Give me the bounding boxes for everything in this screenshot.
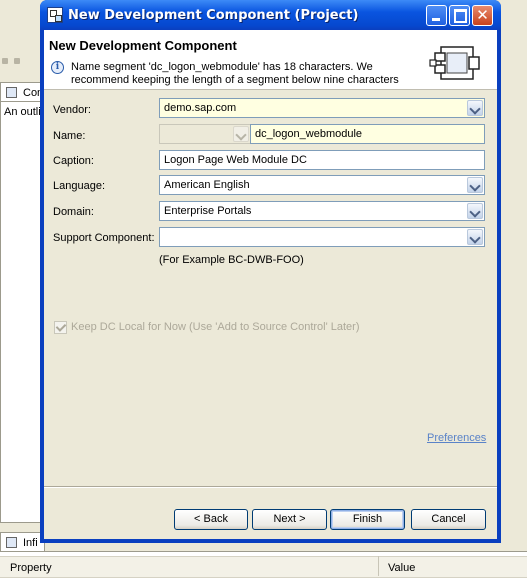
dialog-titlebar[interactable]: New Development Component (Project) ✕ bbox=[40, 0, 501, 30]
name-value: dc_logon_webmodule bbox=[255, 128, 363, 140]
window-app-icon bbox=[47, 7, 63, 23]
language-dropdown-button[interactable] bbox=[467, 177, 483, 193]
language-value: American English bbox=[164, 179, 250, 191]
caption-label: Caption: bbox=[53, 155, 94, 167]
cancel-button[interactable]: Cancel bbox=[411, 509, 486, 530]
outline-icon bbox=[6, 87, 17, 98]
ide-right-area bbox=[501, 82, 527, 534]
support-component-label: Support Component: bbox=[53, 232, 155, 244]
support-component-dropdown-button[interactable] bbox=[467, 229, 483, 245]
name-label: Name: bbox=[53, 130, 86, 142]
maximize-button[interactable] bbox=[449, 5, 470, 26]
outline-tab[interactable]: Con bbox=[0, 82, 45, 102]
value-column-header[interactable]: Value bbox=[388, 562, 415, 574]
domain-label: Domain: bbox=[53, 206, 94, 218]
properties-view: Property Value bbox=[0, 551, 527, 578]
outline-message: An outli bbox=[4, 106, 41, 118]
column-separator[interactable] bbox=[378, 556, 379, 576]
dialog-client-area: New Development Component i Name segment… bbox=[44, 30, 497, 539]
domain-value: Enterprise Portals bbox=[164, 205, 252, 217]
property-column-header[interactable]: Property bbox=[10, 562, 52, 574]
wizard-header: New Development Component i Name segment… bbox=[44, 30, 497, 90]
finish-button[interactable]: Finish bbox=[330, 509, 405, 530]
info-tab-label: Infi bbox=[23, 537, 38, 549]
vendor-label: Vendor: bbox=[53, 104, 91, 116]
minimize-button[interactable] bbox=[426, 5, 447, 26]
properties-header: Property Value bbox=[0, 556, 527, 578]
support-component-hint: (For Example BC-DWB-FOO) bbox=[159, 254, 304, 266]
vendor-dropdown-button[interactable] bbox=[467, 100, 483, 116]
toolbar-icon[interactable] bbox=[2, 58, 8, 64]
vendor-combo[interactable]: demo.sap.com bbox=[159, 98, 485, 118]
caption-input[interactable]: Logon Page Web Module DC bbox=[159, 150, 485, 170]
outline-view: An outli bbox=[0, 101, 45, 523]
keep-local-checkbox bbox=[54, 321, 67, 334]
caption-value: Logon Page Web Module DC bbox=[164, 154, 307, 166]
next-button[interactable]: Next > bbox=[252, 509, 327, 530]
back-button[interactable]: < Back bbox=[174, 509, 248, 530]
component-wizard-icon bbox=[429, 46, 480, 80]
vendor-value: demo.sap.com bbox=[164, 102, 237, 114]
close-button[interactable]: ✕ bbox=[472, 5, 493, 26]
domain-select[interactable]: Enterprise Portals bbox=[159, 201, 485, 221]
language-label: Language: bbox=[53, 180, 105, 192]
dialog-title: New Development Component (Project) bbox=[68, 8, 359, 23]
name-prefix-combo bbox=[159, 124, 251, 144]
wizard-title: New Development Component bbox=[49, 38, 237, 53]
name-input[interactable]: dc_logon_webmodule bbox=[250, 124, 485, 144]
info-icon: i bbox=[51, 61, 64, 74]
info-tab[interactable]: Infi bbox=[0, 532, 45, 552]
toolbar-icon[interactable] bbox=[14, 58, 20, 64]
preferences-link[interactable]: Preferences bbox=[427, 432, 486, 444]
ide-toolbar bbox=[0, 50, 45, 72]
close-icon: ✕ bbox=[476, 6, 489, 24]
support-component-combo[interactable] bbox=[159, 227, 485, 247]
wizard-message: Name segment 'dc_logon_webmodule' has 18… bbox=[71, 61, 399, 86]
new-dc-dialog: New Development Component (Project) ✕ Ne… bbox=[40, 0, 501, 543]
keep-local-label: Keep DC Local for Now (Use 'Add to Sourc… bbox=[71, 321, 360, 333]
info-view-icon bbox=[6, 537, 17, 548]
domain-dropdown-button[interactable] bbox=[467, 203, 483, 219]
name-prefix-dropdown-button bbox=[233, 126, 249, 142]
footer-separator bbox=[44, 486, 497, 488]
language-select[interactable]: American English bbox=[159, 175, 485, 195]
